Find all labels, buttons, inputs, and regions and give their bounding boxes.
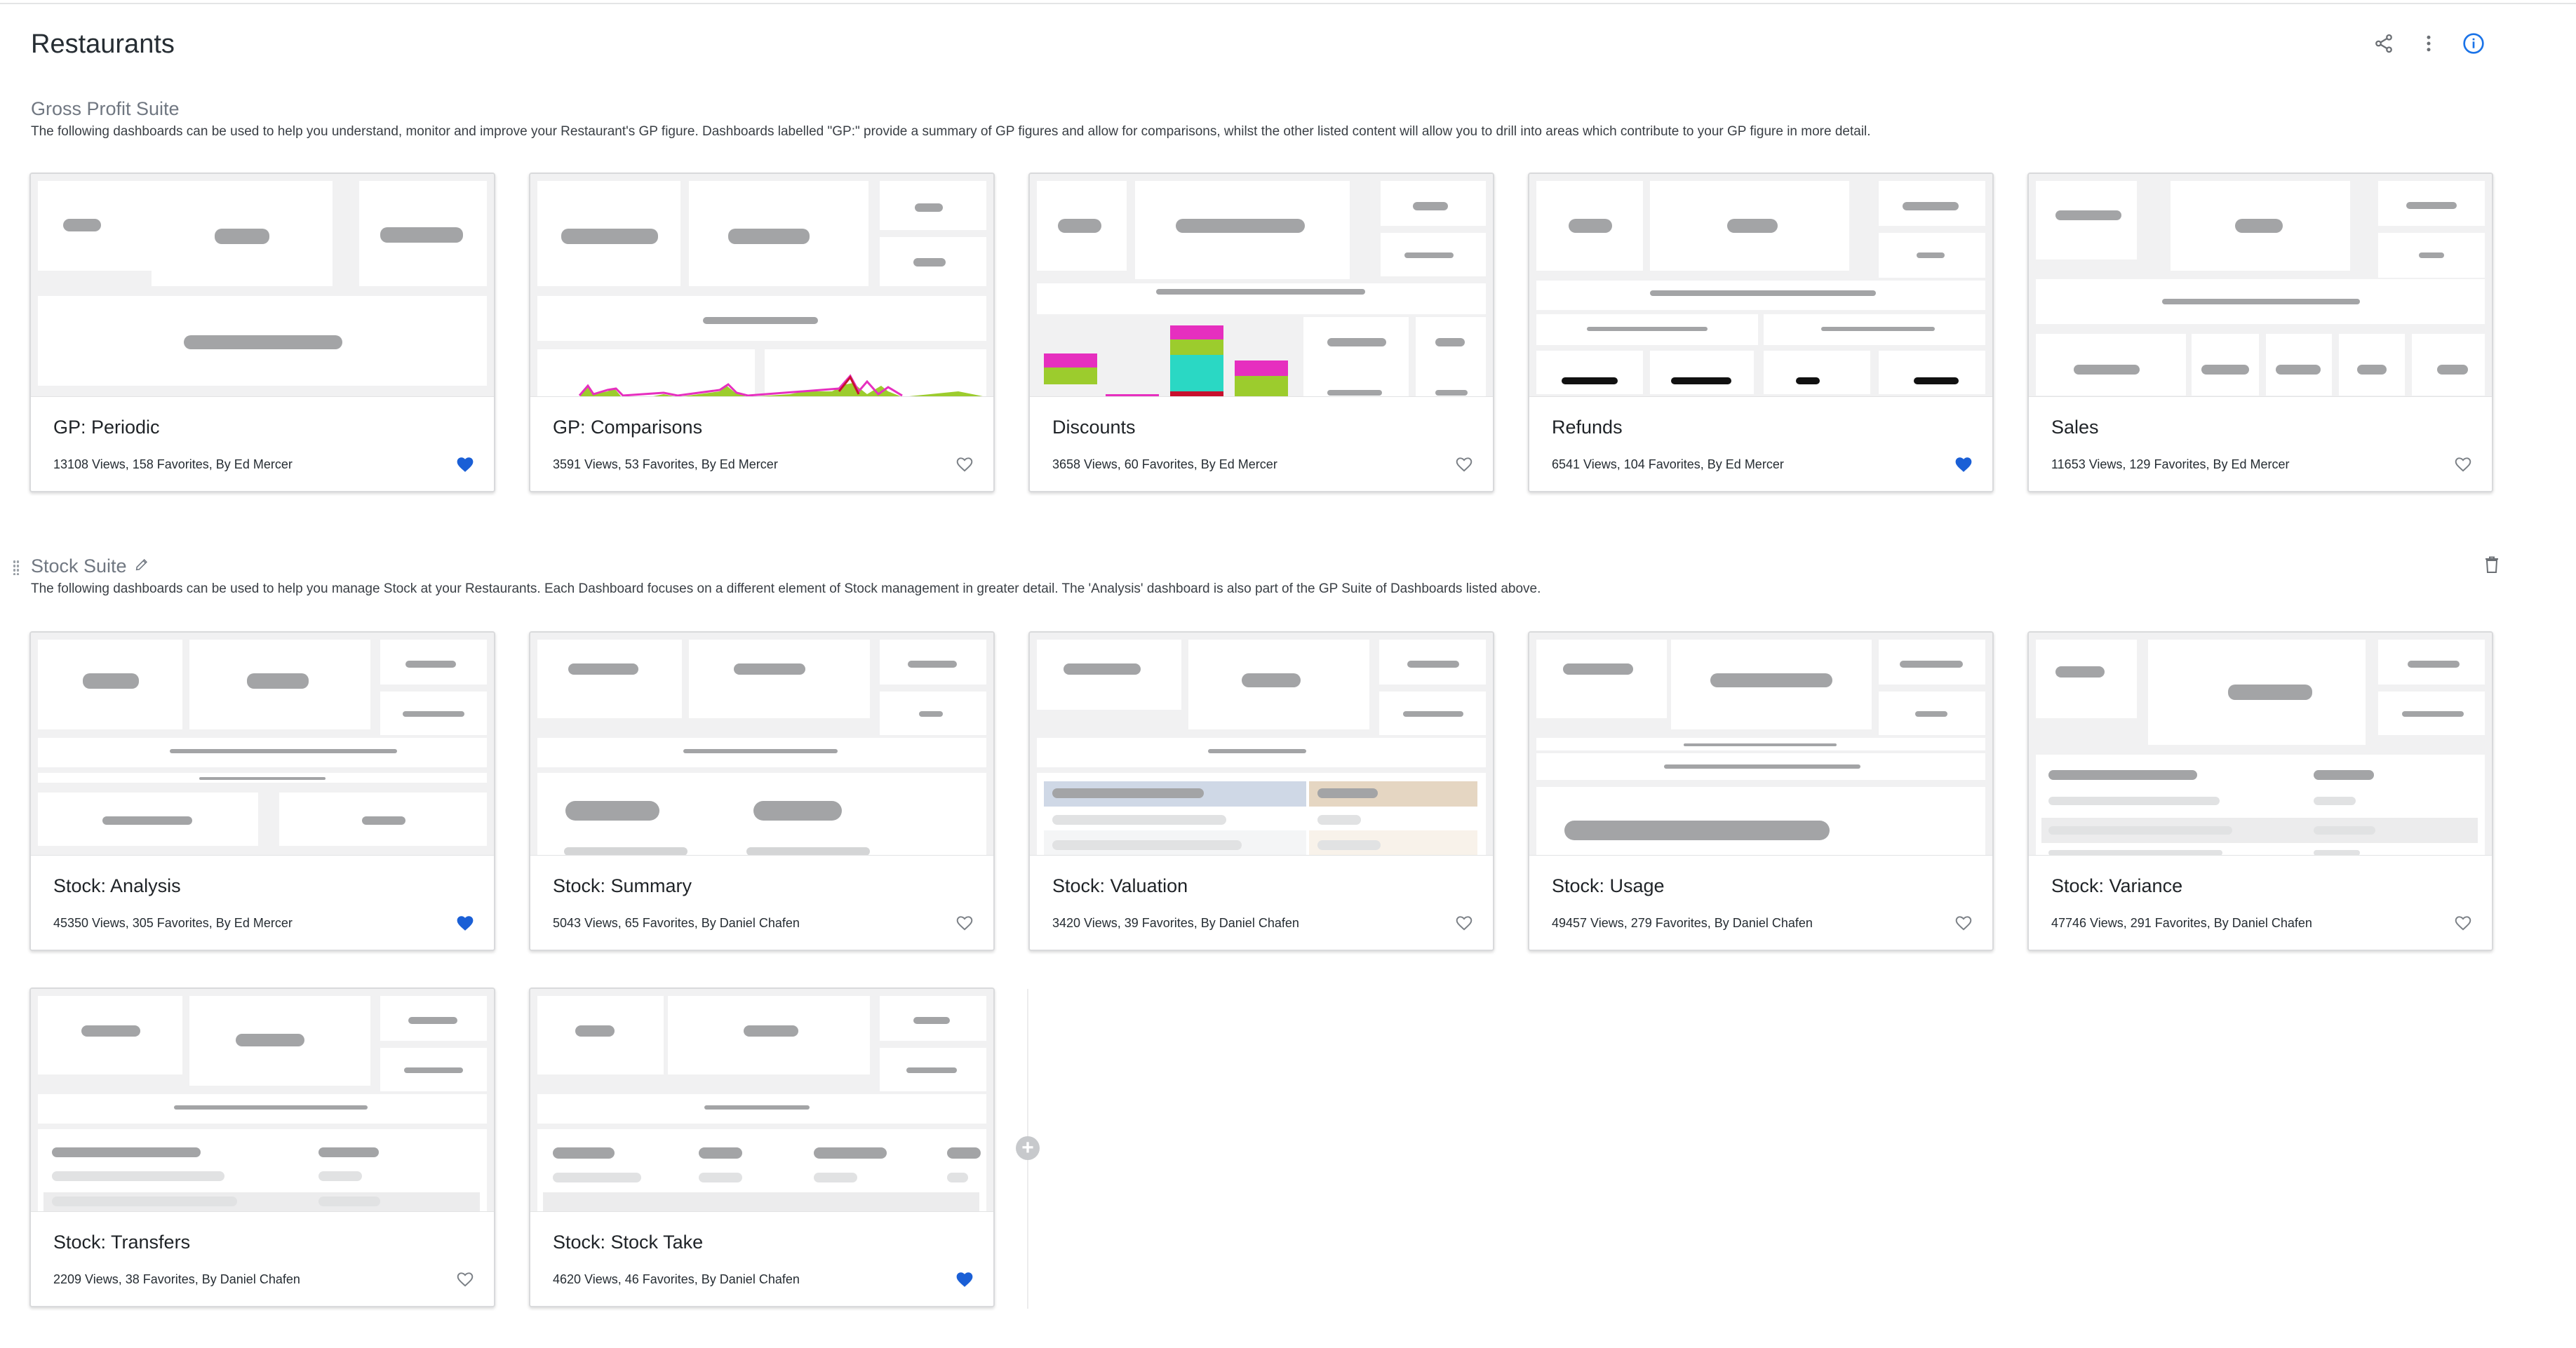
card-title: Stock: Analysis [53, 875, 181, 896]
dashboard-card-stock-variance[interactable]: Stock: Variance 47746 Views, 291 Favorit… [2027, 631, 2493, 951]
card-meta: 5043 Views, 65 Favorites, By Daniel Chaf… [553, 916, 800, 930]
info-icon[interactable] [2461, 31, 2486, 56]
card-meta: 11653 Views, 129 Favorites, By Ed Mercer [2051, 457, 2290, 471]
section-title: Gross Profit Suite [31, 98, 180, 119]
dashboard-thumbnail [1529, 174, 1992, 397]
favorite-heart-icon[interactable] [456, 456, 474, 473]
dashboard-card-discounts[interactable]: Discounts 3658 Views, 60 Favorites, By E… [1028, 173, 1494, 492]
favorite-heart-outline-icon[interactable] [2454, 456, 2472, 473]
dashboard-card-stock-summary[interactable]: Stock: Summary 5043 Views, 65 Favorites,… [529, 631, 995, 951]
card-title: Stock: Variance [2051, 875, 2183, 896]
header-actions [2371, 31, 2486, 56]
favorite-heart-outline-icon[interactable] [955, 456, 974, 473]
section-title: Stock Suite [31, 555, 127, 577]
card-footer: Stock: Usage 49457 Views, 279 Favorites,… [1529, 856, 1992, 950]
drag-handle-icon[interactable] [13, 560, 20, 575]
card-footer: Stock: Summary 5043 Views, 65 Favorites,… [530, 856, 993, 950]
card-title: Stock: Usage [1552, 875, 1665, 896]
dashboard-card-stock-valuation[interactable]: Stock: Valuation 3420 Views, 39 Favorite… [1028, 631, 1494, 951]
section-description: The following dashboards can be used to … [31, 581, 1541, 596]
card-footer: GP: Comparisons 3591 Views, 53 Favorites… [530, 397, 993, 491]
card-meta: 13108 Views, 158 Favorites, By Ed Mercer [53, 457, 293, 471]
top-divider [0, 0, 2576, 4]
dashboard-thumbnail [1030, 174, 1493, 397]
dashboard-thumbnail [1030, 633, 1493, 856]
card-meta: 45350 Views, 305 Favorites, By Ed Mercer [53, 916, 293, 930]
card-title: Stock: Transfers [53, 1232, 191, 1253]
card-title: GP: Comparisons [553, 417, 703, 438]
dashboard-thumbnail [31, 174, 494, 397]
card-title: Stock: Valuation [1052, 875, 1188, 896]
section-title-row: Stock Suite [31, 555, 2500, 577]
dashboard-thumbnail [530, 989, 993, 1212]
add-dashboard-plus-icon[interactable]: + [1016, 1136, 1040, 1160]
favorite-heart-outline-icon[interactable] [1455, 915, 1473, 931]
dashboard-card-stock-analysis[interactable]: Stock: Analysis 45350 Views, 305 Favorit… [29, 631, 495, 951]
share-icon[interactable] [2371, 31, 2396, 56]
card-footer: Stock: Valuation 3420 Views, 39 Favorite… [1030, 856, 1493, 950]
dashboard-card-stock-stock-take[interactable]: Stock: Stock Take 4620 Views, 46 Favorit… [529, 988, 995, 1307]
dashboard-thumbnail [530, 633, 993, 856]
card-footer: Stock: Variance 47746 Views, 291 Favorit… [2029, 856, 2492, 950]
dashboard-thumbnail [1529, 633, 1992, 856]
dashboard-thumbnail [2029, 633, 2492, 856]
card-meta: 6541 Views, 104 Favorites, By Ed Mercer [1552, 457, 1784, 471]
dashboard-thumbnail [31, 633, 494, 856]
card-title: Sales [2051, 417, 2099, 438]
card-title: GP: Periodic [53, 417, 160, 438]
card-footer: Sales 11653 Views, 129 Favorites, By Ed … [2029, 397, 2492, 491]
card-footer: Stock: Analysis 45350 Views, 305 Favorit… [31, 856, 494, 950]
favorite-heart-outline-icon[interactable] [2454, 915, 2472, 931]
dashboard-card-gp-comparisons[interactable]: GP: Comparisons 3591 Views, 53 Favorites… [529, 173, 995, 492]
dashboard-thumbnail [2029, 174, 2492, 397]
card-footer: GP: Periodic 13108 Views, 158 Favorites,… [31, 397, 494, 491]
dashboard-card-gp-periodic[interactable]: GP: Periodic 13108 Views, 158 Favorites,… [29, 173, 495, 492]
card-meta: 4620 Views, 46 Favorites, By Daniel Chaf… [553, 1272, 800, 1286]
card-footer: Discounts 3658 Views, 60 Favorites, By E… [1030, 397, 1493, 491]
favorite-heart-outline-icon[interactable] [955, 915, 974, 931]
delete-trash-icon[interactable] [2483, 555, 2500, 577]
card-title: Refunds [1552, 417, 1623, 438]
dashboard-card-sales[interactable]: Sales 11653 Views, 129 Favorites, By Ed … [2027, 173, 2493, 492]
edit-pencil-icon[interactable] [134, 555, 149, 577]
favorite-heart-icon[interactable] [456, 915, 474, 931]
card-title: Stock: Summary [553, 875, 692, 896]
more-vert-icon[interactable] [2416, 31, 2441, 56]
section-gross-profit-suite: Gross Profit Suite The following dashboa… [31, 98, 2500, 140]
card-footer: Stock: Stock Take 4620 Views, 46 Favorit… [530, 1212, 993, 1306]
card-title: Discounts [1052, 417, 1136, 438]
favorite-heart-icon[interactable] [955, 1271, 974, 1288]
favorite-heart-icon[interactable] [1954, 456, 1973, 473]
card-meta: 3420 Views, 39 Favorites, By Daniel Chaf… [1052, 916, 1299, 930]
favorite-heart-outline-icon[interactable] [456, 1271, 474, 1288]
favorite-heart-outline-icon[interactable] [1954, 915, 1973, 931]
dashboard-thumbnail [31, 989, 494, 1212]
card-meta: 3591 Views, 53 Favorites, By Ed Mercer [553, 457, 778, 471]
card-footer: Stock: Transfers 2209 Views, 38 Favorite… [31, 1212, 494, 1306]
card-meta: 49457 Views, 279 Favorites, By Daniel Ch… [1552, 916, 1813, 930]
section-description: The following dashboards can be used to … [31, 124, 1871, 139]
card-meta: 2209 Views, 38 Favorites, By Daniel Chaf… [53, 1272, 300, 1286]
favorite-heart-outline-icon[interactable] [1455, 456, 1473, 473]
dashboard-thumbnail [530, 174, 993, 397]
dashboard-card-refunds[interactable]: Refunds 6541 Views, 104 Favorites, By Ed… [1528, 173, 1994, 492]
page-title: Restaurants [31, 29, 175, 59]
card-meta: 47746 Views, 291 Favorites, By Daniel Ch… [2051, 916, 2312, 930]
dashboard-card-stock-usage[interactable]: Stock: Usage 49457 Views, 279 Favorites,… [1528, 631, 1994, 951]
card-title: Stock: Stock Take [553, 1232, 704, 1253]
section-stock-suite: Stock Suite The following dashboards can… [13, 555, 2500, 597]
card-meta: 3658 Views, 60 Favorites, By Ed Mercer [1052, 457, 1277, 471]
dashboard-card-stock-transfers[interactable]: Stock: Transfers 2209 Views, 38 Favorite… [29, 988, 495, 1307]
card-footer: Refunds 6541 Views, 104 Favorites, By Ed… [1529, 397, 1992, 491]
